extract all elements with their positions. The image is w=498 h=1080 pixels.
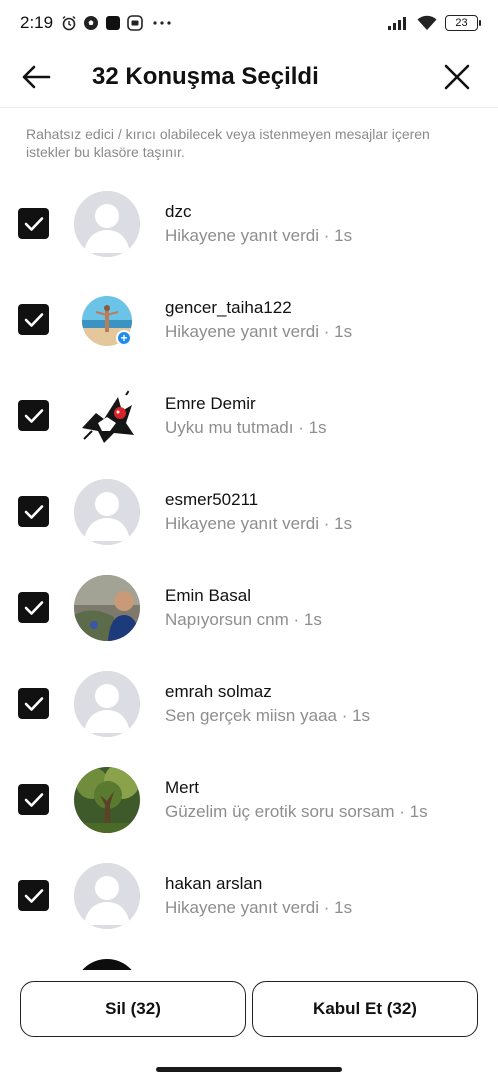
message-preview: Hikayene yanıt verdi · 1s	[165, 898, 353, 917]
avatar	[74, 383, 140, 449]
page-title: 32 Konuşma Seçildi	[92, 62, 319, 90]
home-indicator[interactable]	[156, 1067, 342, 1072]
checkbox[interactable]	[18, 208, 49, 239]
header: 32 Konuşma Seçildi	[0, 46, 498, 108]
status-bar: 2:19 23	[0, 0, 498, 46]
status-time: 2:19	[20, 13, 54, 32]
media-icon	[127, 15, 143, 31]
soccer-icon	[84, 16, 99, 30]
signal-icon	[388, 17, 406, 30]
username: Emre Demir	[165, 394, 256, 413]
checkbox[interactable]	[18, 688, 49, 719]
back-button[interactable]	[17, 58, 55, 96]
conversation-texts: emrah solmaz Sen gerçek miisn yaaa · 1s	[165, 682, 370, 726]
list-item[interactable]: Emin Basal Napıyorsun cnm · 1s	[0, 560, 498, 656]
default-avatar-icon	[74, 671, 140, 737]
checkbox[interactable]	[18, 592, 49, 623]
battery-icon: 23	[445, 15, 481, 31]
message-preview: Güzelim üç erotik soru sorsam · 1s	[165, 802, 428, 821]
username: hakan arslan	[165, 874, 263, 893]
checkbox[interactable]	[18, 784, 49, 815]
tree-photo	[74, 767, 140, 833]
person-photo	[74, 575, 140, 641]
avatar	[74, 767, 140, 833]
checkmark-icon	[24, 408, 43, 423]
checkbox[interactable]	[18, 880, 49, 911]
checkbox[interactable]	[18, 400, 49, 431]
username: dzc	[165, 202, 192, 221]
battery-level: 23	[455, 17, 468, 29]
status-icons-left	[61, 15, 171, 31]
status-icons-right: 23	[387, 15, 481, 31]
avatar	[74, 863, 140, 929]
username: Emin Basal	[165, 586, 251, 605]
checkmark-icon	[24, 792, 43, 807]
username: gencer_taiha122	[165, 298, 292, 317]
close-icon	[444, 64, 470, 89]
accept-button[interactable]: Kabul Et (32)	[252, 981, 478, 1037]
avatar	[74, 575, 140, 641]
conversation-texts: Emin Basal Napıyorsun cnm · 1s	[165, 586, 322, 630]
conversation-texts: gencer_taiha122 Hikayene yanıt verdi · 1…	[165, 298, 352, 342]
message-preview: Uyku mu tutmadı · 1s	[165, 418, 327, 437]
checkmark-icon	[24, 504, 43, 519]
message-preview: Hikayene yanıt verdi · 1s	[165, 322, 353, 341]
default-avatar-icon	[74, 191, 140, 257]
checkmark-icon	[24, 312, 43, 327]
arrow-left-icon	[22, 65, 51, 88]
username: emrah solmaz	[165, 682, 272, 701]
conversation-texts: esmer50211 Hikayene yanıt verdi · 1s	[165, 490, 352, 534]
message-preview: Hikayene yanıt verdi · 1s	[165, 226, 353, 245]
add-story-badge: +	[116, 330, 132, 346]
conversation-texts: hakan arslan Hikayene yanıt verdi · 1s	[165, 874, 352, 918]
username: Mert	[165, 778, 199, 797]
avatar	[74, 191, 140, 257]
info-text: Rahatsız edici / kırıcı olabilecek veya …	[26, 126, 430, 160]
more-icon	[153, 21, 171, 25]
checkbox[interactable]	[18, 304, 49, 335]
app-icon	[106, 16, 121, 30]
list-item[interactable]: + gencer_taiha122 Hikayene yanıt verdi ·…	[0, 272, 498, 368]
delete-button[interactable]: Sil (32)	[20, 981, 246, 1037]
list-item[interactable]: Mert Güzelim üç erotik soru sorsam · 1s	[0, 752, 498, 848]
list-item[interactable]: hakan arslan Hikayene yanıt verdi · 1s	[0, 848, 498, 944]
list-item[interactable]: Emre Demir Uyku mu tutmadı · 1s	[0, 368, 498, 464]
list-item[interactable]: emrah solmaz Sen gerçek miisn yaaa · 1s	[0, 656, 498, 752]
message-preview: Hikayene yanıt verdi · 1s	[165, 514, 353, 533]
checkbox[interactable]	[18, 496, 49, 527]
wifi-icon	[417, 15, 437, 30]
close-button[interactable]	[438, 58, 476, 96]
cartoon-cat-image	[74, 383, 140, 449]
list-item[interactable]: dzc Hikayene yanıt verdi · 1s	[0, 176, 498, 272]
alarm-icon	[62, 16, 76, 31]
username: esmer50211	[165, 490, 259, 509]
checkmark-icon	[24, 216, 43, 231]
default-avatar-icon	[74, 863, 140, 929]
conversation-texts: dzc Hikayene yanıt verdi · 1s	[165, 202, 352, 246]
list-item[interactable]: esmer50211 Hikayene yanıt verdi · 1s	[0, 464, 498, 560]
avatar	[74, 479, 140, 545]
avatar	[74, 671, 140, 737]
message-preview: Napıyorsun cnm · 1s	[165, 610, 322, 629]
bottom-action-bar: Sil (32) Kabul Et (32)	[0, 970, 498, 1080]
message-preview: Sen gerçek miisn yaaa · 1s	[165, 706, 371, 725]
conversation-texts: Emre Demir Uyku mu tutmadı · 1s	[165, 394, 327, 438]
checkmark-icon	[24, 696, 43, 711]
default-avatar-icon	[74, 479, 140, 545]
checkmark-icon	[24, 888, 43, 903]
conversation-list: dzc Hikayene yanıt verdi · 1s + gencer_t…	[0, 176, 498, 976]
conversation-texts: Mert Güzelim üç erotik soru sorsam · 1s	[165, 778, 428, 822]
checkmark-icon	[24, 600, 43, 615]
